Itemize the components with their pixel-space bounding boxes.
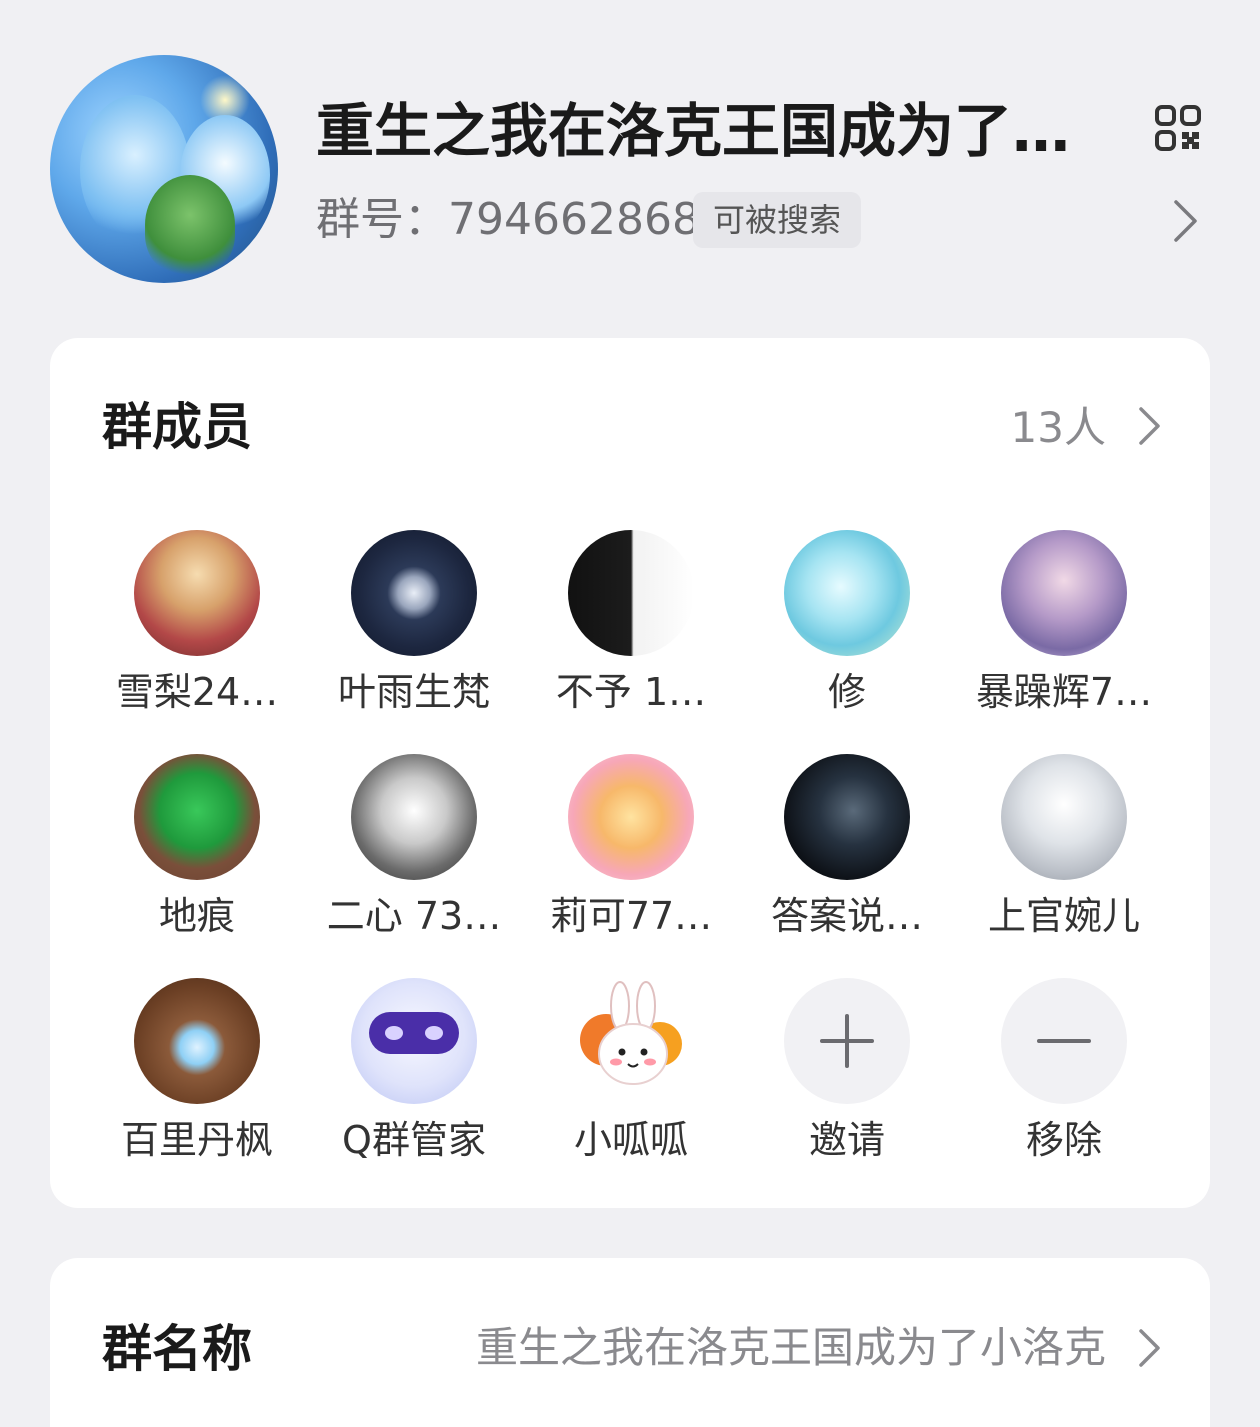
group-avatar[interactable]: [50, 55, 278, 283]
member-avatar[interactable]: [351, 754, 477, 880]
group-name-row[interactable]: 群名称 重生之我在洛克王国成为了小洛克: [50, 1258, 1210, 1427]
qr-code-icon[interactable]: [1154, 104, 1202, 152]
member-avatar[interactable]: [134, 754, 260, 880]
remove-label: 移除: [1025, 1118, 1102, 1162]
member-avatar[interactable]: [568, 530, 694, 656]
member-item[interactable]: 答案说…: [747, 754, 947, 944]
group-title: 重生之我在洛克王国成为了…: [316, 97, 1071, 165]
member-name: 修: [827, 670, 866, 714]
members-card: 群成员 13人 雪梨24… 叶雨生梵 不予 1… 修 暴躁辉7… 地痕 二心 7…: [50, 338, 1210, 1208]
members-title: 群成员: [102, 398, 252, 456]
member-item[interactable]: 上官婉儿: [964, 754, 1164, 944]
group-id: 群号：794662868: [316, 190, 700, 250]
member-count[interactable]: 13人: [1011, 400, 1106, 456]
chevron-right-icon[interactable]: [1136, 405, 1162, 447]
member-item[interactable]: Q群管家: [314, 978, 514, 1168]
member-avatar[interactable]: [1001, 530, 1127, 656]
remove-member-button[interactable]: 移除: [964, 978, 1164, 1168]
group-header[interactable]: 重生之我在洛克王国成为了… 群号：794662868 可被搜索: [0, 0, 1260, 320]
avatar-art-leaf: [145, 175, 235, 275]
member-item[interactable]: 莉可77…: [531, 754, 731, 944]
chevron-right-icon[interactable]: [1136, 1327, 1162, 1369]
member-item[interactable]: 百里丹枫: [97, 978, 297, 1168]
group-name-value: 重生之我在洛克王国成为了小洛克: [475, 1323, 1106, 1372]
minus-icon: [1037, 1039, 1091, 1043]
bot-avatar[interactable]: [351, 978, 477, 1104]
invite-member-button[interactable]: 邀请: [747, 978, 947, 1168]
member-name: Q群管家: [342, 1118, 486, 1162]
member-name: 二心 73…: [326, 894, 502, 938]
member-item[interactable]: 修: [747, 530, 947, 720]
group-settings-page: 重生之我在洛克王国成为了… 群号：794662868 可被搜索 群成员 13人: [0, 0, 1260, 1427]
member-avatar[interactable]: [134, 530, 260, 656]
member-name: 地痕: [158, 894, 235, 938]
group-id-prefix: 群号：: [316, 194, 448, 245]
member-name: 莉可77…: [549, 894, 713, 938]
member-name: 不予 1…: [555, 670, 707, 714]
remove-circle[interactable]: [1001, 978, 1127, 1104]
robot-face-icon: [369, 1012, 459, 1054]
member-avatar[interactable]: [784, 530, 910, 656]
plus-icon: [820, 1014, 874, 1068]
member-item[interactable]: 雪梨24…: [97, 530, 297, 720]
member-avatar[interactable]: [351, 530, 477, 656]
member-name: 暴躁辉7…: [975, 670, 1153, 714]
rabbit-icon: [580, 981, 682, 1085]
member-name: 上官婉儿: [987, 894, 1140, 938]
bot-avatar[interactable]: [568, 978, 694, 1104]
invite-circle[interactable]: [784, 978, 910, 1104]
member-avatar[interactable]: [784, 754, 910, 880]
invite-label: 邀请: [808, 1118, 885, 1162]
member-avatar[interactable]: [568, 754, 694, 880]
member-name: 叶雨生梵: [337, 670, 490, 714]
member-name: 答案说…: [770, 894, 923, 938]
member-name: 雪梨24…: [115, 670, 279, 714]
member-item[interactable]: 二心 73…: [314, 754, 514, 944]
group-name-title: 群名称: [102, 1320, 252, 1378]
member-item[interactable]: 暴躁辉7…: [964, 530, 1164, 720]
group-id-value: 794662868: [448, 194, 700, 245]
member-avatar[interactable]: [1001, 754, 1127, 880]
member-item[interactable]: 叶雨生梵: [314, 530, 514, 720]
member-name: 百里丹枫: [120, 1118, 273, 1162]
member-item[interactable]: 小呱呱: [531, 978, 731, 1168]
chevron-right-icon[interactable]: [1170, 198, 1200, 244]
member-item[interactable]: 地痕: [97, 754, 297, 944]
searchable-badge: 可被搜索: [693, 192, 862, 248]
member-name: 小呱呱: [573, 1118, 688, 1162]
member-avatar[interactable]: [134, 978, 260, 1104]
member-item[interactable]: 不予 1…: [531, 530, 731, 720]
